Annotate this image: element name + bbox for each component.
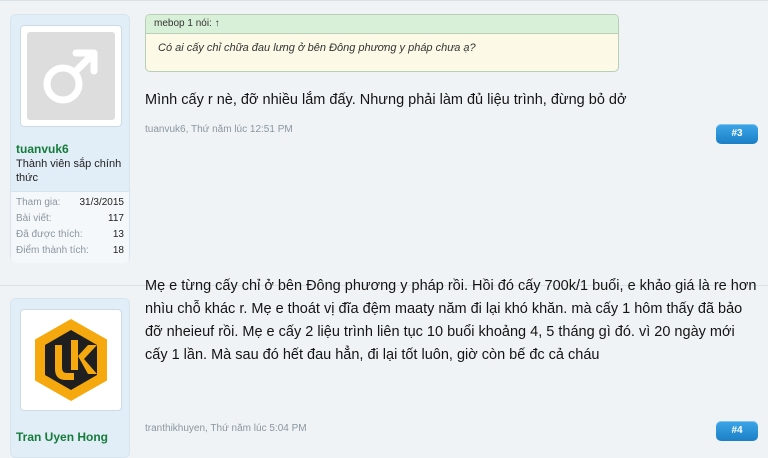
quote-block: mebop 1 nói: ↑ Có ai cấy chỉ chữa đau lư… <box>145 14 619 72</box>
stat-joined: Tham gia: 31/3/2015 <box>16 197 124 208</box>
post-meta[interactable]: tranthikhuyen, Thứ năm lúc 5:04 PM <box>145 423 307 434</box>
user-panel: tuanvuk6 Thành viên sắp chính thức Tham … <box>10 14 130 263</box>
post-number-button[interactable]: #3 <box>716 124 758 144</box>
quote-header[interactable]: mebop 1 nói: ↑ <box>146 15 618 34</box>
post-message: Mình cấy r nè, đỡ nhiều lắm đấy. Nhưng p… <box>145 92 627 108</box>
user-stats: Tham gia: 31/3/2015 Bài viết: 117 Đã đượ… <box>11 191 129 263</box>
username-link[interactable]: Tran Uyen Hong <box>16 430 108 444</box>
user-title: Thành viên sắp chính thức <box>16 158 122 184</box>
username-link[interactable]: tuanvuk6 <box>16 142 69 156</box>
post-message: Mẹ e từng cấy chỉ ở bên Đông phương y ph… <box>145 278 757 363</box>
avatar[interactable] <box>20 25 122 127</box>
quote-text: Có ai cấy chỉ chữa đau lưng ở bên Đông p… <box>158 42 476 54</box>
uk-hexagon-logo-icon <box>35 319 107 401</box>
stat-likes: Đã được thích: 13 <box>16 229 124 240</box>
post-number-button[interactable]: #4 <box>716 421 758 441</box>
stat-posts: Bài viết: 117 <box>16 213 124 224</box>
stat-points: Điểm thành tích: 18 <box>16 245 124 256</box>
avatar[interactable] <box>20 309 122 411</box>
post-meta[interactable]: tuanvuk6, Thứ năm lúc 12:51 PM <box>145 124 293 135</box>
user-panel: Tran Uyen Hong <box>10 298 130 458</box>
male-symbol-icon <box>43 49 98 104</box>
top-divider <box>0 0 768 1</box>
